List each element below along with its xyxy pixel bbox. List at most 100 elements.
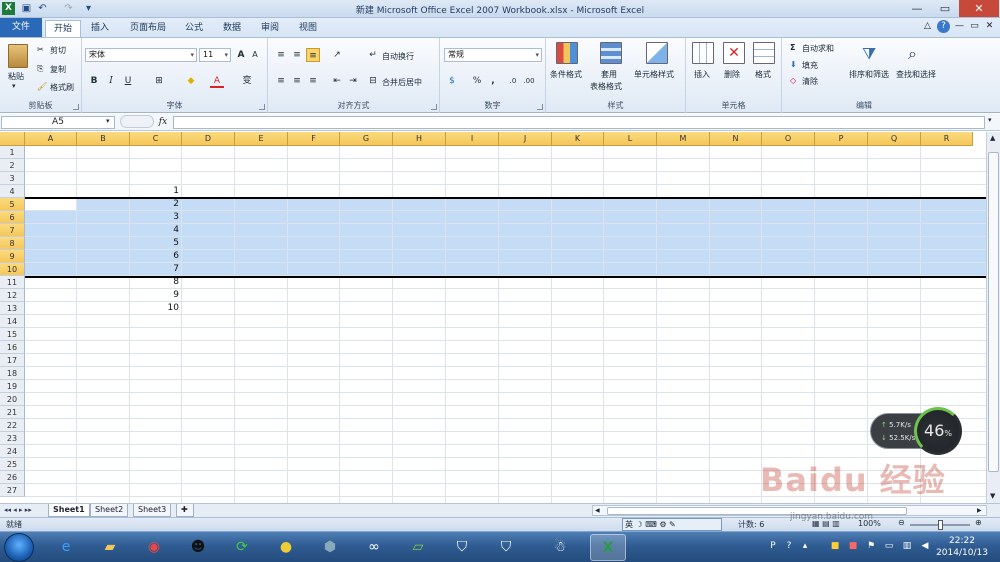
autosum-icon[interactable]: Σ	[790, 43, 795, 52]
close-button[interactable]: ✕	[959, 0, 999, 17]
tray-network-icon[interactable]: ▥	[902, 541, 912, 551]
row-header-4[interactable]: 4	[0, 185, 25, 198]
tray-flag-icon[interactable]: ⚑	[866, 541, 876, 551]
phonetic-icon[interactable]: 变	[240, 74, 254, 88]
sheet-tab-2[interactable]: Sheet2	[90, 504, 129, 517]
column-header-J[interactable]: J	[499, 132, 552, 146]
row-header-26[interactable]: 26	[0, 471, 25, 484]
scroll-left-icon[interactable]: ◀	[595, 507, 600, 514]
column-header-E[interactable]: E	[235, 132, 288, 146]
expand-formula-icon[interactable]: ▾	[988, 116, 992, 124]
cell-C13[interactable]: 10	[130, 302, 182, 315]
tray-volume-icon[interactable]: ◀	[920, 541, 930, 551]
column-header-A[interactable]: A	[25, 132, 77, 146]
decrease-indent-icon[interactable]: ⇤	[330, 74, 344, 88]
conditional-format-icon[interactable]	[556, 42, 578, 64]
network-app-icon[interactable]: ∞	[356, 534, 392, 561]
underline-button[interactable]: U	[121, 74, 135, 88]
comma-button[interactable]: ,	[486, 74, 500, 88]
alignment-launcher-icon[interactable]	[431, 104, 437, 110]
zoom-slider-knob[interactable]	[938, 520, 943, 530]
sheet-nav-icons[interactable]: ◂◂ ◂ ▸ ▸▸	[4, 506, 32, 514]
memory-usage-gauge[interactable]: 46%	[914, 407, 962, 455]
number-launcher-icon[interactable]	[537, 104, 543, 110]
conditional-format-button[interactable]: 条件格式	[550, 69, 582, 80]
increase-indent-icon[interactable]: ⇥	[346, 74, 360, 88]
sheet-tab-3[interactable]: Sheet3	[133, 504, 172, 517]
row-header-13[interactable]: 13	[0, 302, 25, 315]
row-header-20[interactable]: 20	[0, 393, 25, 406]
font-launcher-icon[interactable]	[259, 104, 265, 110]
table-format-button[interactable]: 表格格式	[590, 81, 622, 92]
tab-review[interactable]: 审阅	[254, 20, 286, 37]
delete-cells-button[interactable]: 删除	[724, 69, 740, 80]
clipboard-launcher-icon[interactable]	[73, 104, 79, 110]
merge-center-button[interactable]: 合并后居中	[382, 77, 422, 88]
cell-C6[interactable]: 3	[130, 211, 182, 224]
cell-C4[interactable]: 1	[130, 185, 182, 198]
row-header-17[interactable]: 17	[0, 354, 25, 367]
formula-input[interactable]	[173, 116, 985, 129]
cell-C10[interactable]: 7	[130, 263, 182, 276]
column-header-P[interactable]: P	[815, 132, 868, 146]
row-header-21[interactable]: 21	[0, 406, 25, 419]
security-shield-icon[interactable]: ⛉	[444, 534, 480, 561]
cell-C5[interactable]: 2	[130, 198, 182, 211]
tray-help-icon[interactable]: ?	[784, 541, 794, 551]
decrease-decimal-icon[interactable]: .00	[522, 74, 536, 88]
cut-button[interactable]: 剪切	[50, 45, 66, 56]
paste-icon[interactable]	[8, 44, 28, 68]
insert-cells-icon[interactable]	[692, 42, 714, 64]
column-header-Q[interactable]: Q	[868, 132, 921, 146]
align-right-icon[interactable]: ≡	[306, 74, 320, 88]
ie-icon[interactable]: e	[48, 534, 84, 561]
cell-C8[interactable]: 5	[130, 237, 182, 250]
name-box[interactable]: A5	[1, 116, 115, 129]
worksheet-grid[interactable]: ABCDEFGHIJKLMNOPQR 1 2 3 4 5 6 7 8 9 10 11 12 13 14 15…	[0, 132, 986, 503]
vertical-scroll-thumb[interactable]	[988, 152, 999, 472]
insert-function-button[interactable]: fx	[155, 116, 171, 129]
align-bottom-icon[interactable]: ≡	[306, 48, 320, 62]
excel-taskbar-icon[interactable]: X	[590, 534, 626, 561]
row-header-6[interactable]: 6	[0, 211, 25, 224]
cell-styles-button[interactable]: 单元格样式	[634, 69, 674, 80]
row-header-10[interactable]: 10	[0, 263, 25, 276]
row-header-16[interactable]: 16	[0, 341, 25, 354]
row-header-11[interactable]: 11	[0, 276, 25, 289]
scroll-up-icon[interactable]: ▲	[990, 134, 995, 142]
row-header-23[interactable]: 23	[0, 432, 25, 445]
row-header-18[interactable]: 18	[0, 367, 25, 380]
row-header-3[interactable]: 3	[0, 172, 25, 185]
copy-button[interactable]: 复制	[50, 64, 66, 75]
row-header-24[interactable]: 24	[0, 445, 25, 458]
doc-close-icon[interactable]: ✕	[983, 20, 996, 33]
explorer-folder-icon[interactable]: ▰	[92, 534, 128, 561]
column-header-C[interactable]: C	[130, 132, 182, 146]
mascot-app-icon[interactable]: ☃	[542, 534, 578, 561]
cell-C9[interactable]: 6	[130, 250, 182, 263]
italic-button[interactable]: I	[104, 74, 118, 88]
bold-button[interactable]: B	[87, 74, 101, 88]
align-top-icon[interactable]: ≡	[274, 48, 288, 62]
start-button[interactable]	[4, 533, 34, 562]
insert-sheet-icon[interactable]: ✚	[176, 504, 194, 517]
column-header-R[interactable]: R	[921, 132, 973, 146]
tab-view[interactable]: 视图	[292, 20, 324, 37]
table-format-label-1[interactable]: 套用	[601, 69, 617, 80]
row-header-8[interactable]: 8	[0, 237, 25, 250]
font-color-icon[interactable]: A	[210, 74, 224, 88]
paste-button[interactable]: 粘贴	[8, 71, 24, 82]
tab-file[interactable]: 文件	[0, 18, 42, 37]
chrome-icon[interactable]: ◉	[136, 534, 172, 561]
maximize-button[interactable]: ▭	[931, 0, 959, 17]
increase-decimal-icon[interactable]: .0	[506, 74, 520, 88]
font-name-select[interactable]: 宋体	[85, 48, 197, 62]
merge-center-icon[interactable]: ⊟	[366, 74, 380, 88]
align-middle-icon[interactable]: ≡	[290, 48, 304, 62]
row-header-5[interactable]: 5	[0, 198, 25, 211]
row-header-1[interactable]: 1	[0, 146, 25, 159]
cut-icon[interactable]: ✂	[37, 45, 44, 54]
tray-app-icon[interactable]: ■	[830, 541, 840, 551]
column-header-M[interactable]: M	[657, 132, 710, 146]
column-header-N[interactable]: N	[710, 132, 762, 146]
